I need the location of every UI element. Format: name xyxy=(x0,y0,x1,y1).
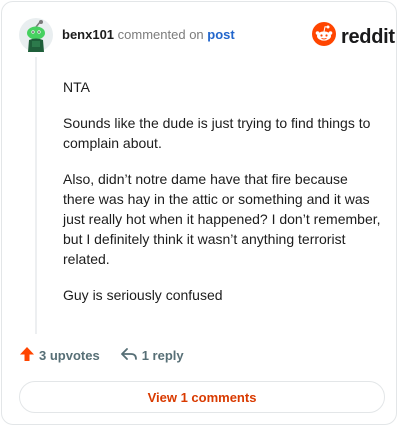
post-link[interactable]: post xyxy=(207,27,234,42)
comment-paragraph: Guy is seriously confused xyxy=(63,287,223,303)
reddit-logo-icon xyxy=(312,22,336,51)
comment-header: benx101 commented on post xyxy=(62,27,235,43)
snoo-avatar-icon[interactable] xyxy=(19,18,53,52)
username-link[interactable]: benx101 xyxy=(62,27,114,42)
view-comments-button[interactable]: View 1 comments xyxy=(19,381,385,413)
comment-paragraph: Also, didn’t notre dame have that fire b… xyxy=(63,171,381,267)
thread-line xyxy=(35,57,37,334)
upvote-arrow-icon xyxy=(19,346,35,365)
upvote-button[interactable]: 3 upvotes xyxy=(19,346,100,365)
action-text: commented on xyxy=(117,27,204,42)
upvotes-count: 3 upvotes xyxy=(39,348,100,363)
comment-body: NTA Sounds like the dude is just trying … xyxy=(63,77,383,321)
reply-arrow-icon xyxy=(120,346,138,365)
comment-card: benx101 commented on post reddit NTA Sou… xyxy=(1,1,397,425)
reddit-brand[interactable]: reddit xyxy=(312,22,395,51)
reply-button[interactable]: 1 reply xyxy=(120,346,184,365)
reply-count: 1 reply xyxy=(141,348,184,363)
comment-paragraph: NTA xyxy=(63,79,90,95)
comment-paragraph: Sounds like the dude is just trying to f… xyxy=(63,115,371,151)
brand-wordmark: reddit xyxy=(341,25,395,48)
comment-actions: 3 upvotes 1 reply xyxy=(19,346,184,365)
